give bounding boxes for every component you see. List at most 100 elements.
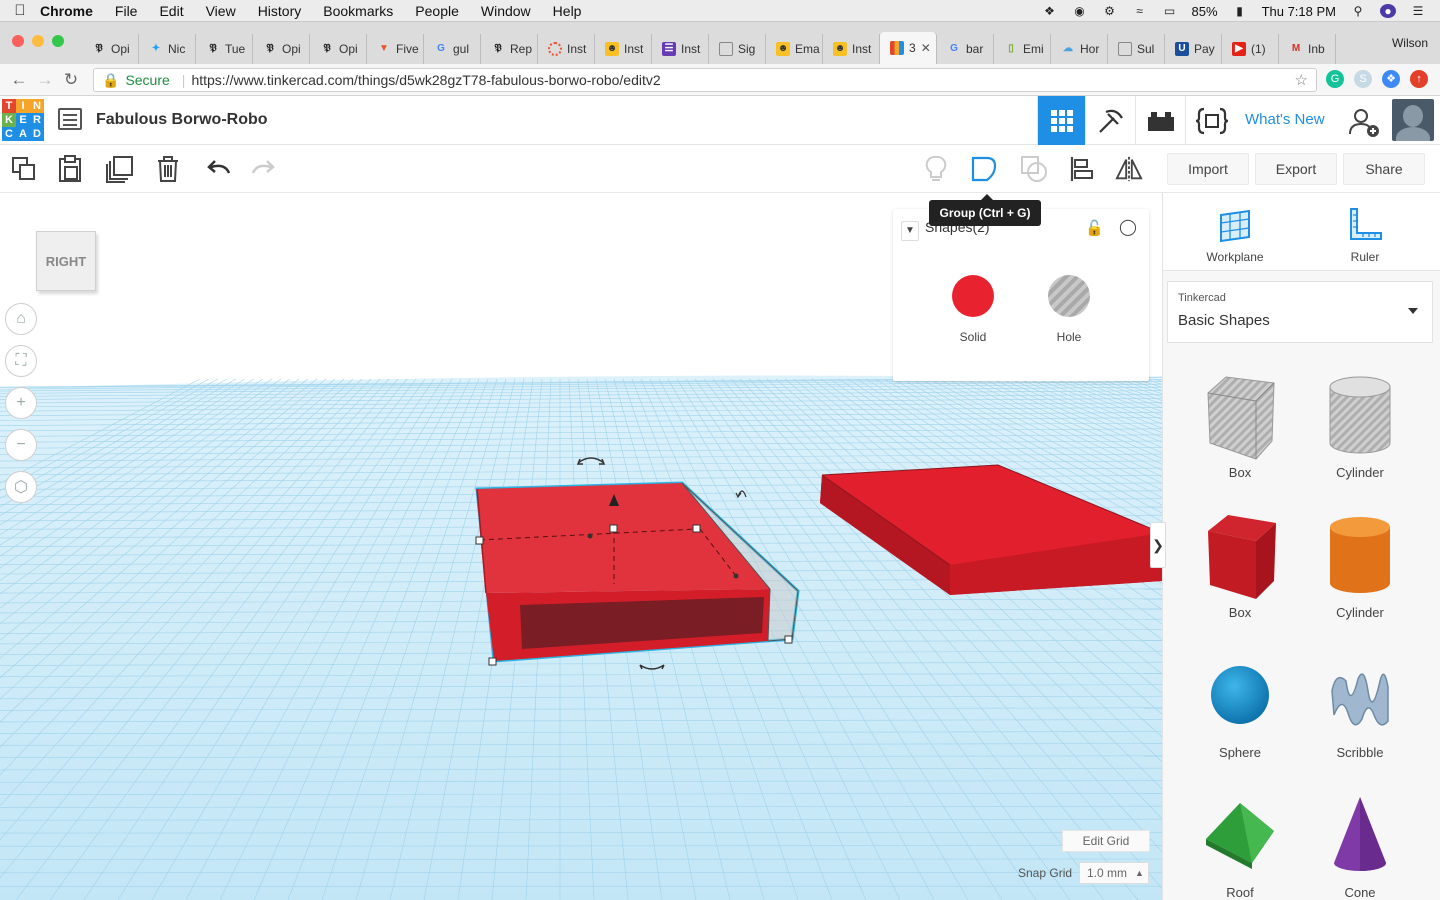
collapse-inspector-icon[interactable]: ▼ bbox=[901, 221, 919, 241]
tinkercad-logo[interactable]: T I N K E R C A D bbox=[2, 99, 46, 141]
browser-tab[interactable]: Sul bbox=[1108, 34, 1165, 64]
show-all-button[interactable] bbox=[922, 155, 950, 183]
browser-tab[interactable]: Ggul bbox=[424, 34, 481, 64]
browser-tab[interactable]: 𝔓 Tue bbox=[196, 34, 253, 64]
upload-extension-icon[interactable]: ↑ bbox=[1410, 70, 1428, 88]
sync-icon[interactable]: ◉ bbox=[1072, 4, 1088, 18]
shape-cone[interactable]: Cone bbox=[1305, 791, 1415, 900]
skype-extension-icon[interactable]: S bbox=[1354, 70, 1372, 88]
codeblocks-view-button[interactable] bbox=[1185, 96, 1237, 145]
shape-cylinder-solid[interactable]: Cylinder bbox=[1305, 511, 1415, 641]
shape-cylinder-hole[interactable]: Cylinder bbox=[1305, 371, 1415, 501]
delete-button[interactable] bbox=[154, 155, 182, 183]
undo-button[interactable] bbox=[204, 155, 232, 183]
menu-file[interactable]: File bbox=[104, 3, 149, 19]
menubar-clock[interactable]: Thu 7:18 PM bbox=[1262, 4, 1336, 19]
browser-tab[interactable]: U Pay bbox=[1165, 34, 1222, 64]
fit-view-button[interactable]: ⛶ bbox=[5, 345, 37, 377]
reload-icon[interactable]: ↻ bbox=[58, 70, 84, 90]
shape-box-hole[interactable]: Box bbox=[1185, 371, 1295, 501]
shape-scribble[interactable]: Scribble bbox=[1305, 651, 1415, 781]
browser-tab[interactable]: 𝔓 Rep bbox=[481, 34, 538, 64]
browser-tab[interactable]: ☁ Hor bbox=[1051, 34, 1108, 64]
resize-handle[interactable] bbox=[488, 657, 497, 666]
menu-people[interactable]: People bbox=[404, 3, 470, 19]
ruler-tool[interactable]: Ruler bbox=[1315, 207, 1415, 264]
library-category-select[interactable]: Tinkercad Basic Shapes bbox=[1167, 281, 1433, 343]
browser-tab[interactable]: ▼ Five bbox=[367, 34, 424, 64]
paste-button[interactable] bbox=[56, 155, 84, 183]
import-button[interactable]: Import bbox=[1167, 153, 1249, 185]
spotlight-search-icon[interactable]: ⚲ bbox=[1350, 4, 1366, 18]
add-user-icon[interactable] bbox=[1348, 106, 1380, 138]
back-arrow-icon[interactable]: ← bbox=[6, 70, 32, 90]
browser-tab[interactable]: ▯ Emi bbox=[994, 34, 1051, 64]
menu-help[interactable]: Help bbox=[542, 3, 593, 19]
browser-tab[interactable]: M Inb bbox=[1279, 34, 1336, 64]
apple-icon[interactable]:  bbox=[0, 2, 40, 19]
redo-button[interactable] bbox=[250, 155, 278, 183]
resize-handle[interactable] bbox=[692, 524, 701, 533]
wifi-icon[interactable]: ≈ bbox=[1132, 4, 1148, 18]
3d-design-view-button[interactable] bbox=[1037, 96, 1085, 145]
lightbulb-icon[interactable]: ◯ bbox=[1119, 217, 1137, 237]
hole-swatch[interactable] bbox=[1048, 275, 1090, 317]
browser-tab[interactable]: ☻ Inst bbox=[595, 34, 652, 64]
airplay-icon[interactable]: ▭ bbox=[1162, 4, 1178, 18]
perspective-button[interactable]: ⬡ bbox=[5, 471, 37, 503]
menu-bookmarks[interactable]: Bookmarks bbox=[312, 3, 404, 19]
menu-edit[interactable]: Edit bbox=[148, 3, 194, 19]
share-button[interactable]: Share bbox=[1343, 153, 1425, 185]
collapse-library-button[interactable]: ❯ bbox=[1150, 522, 1166, 568]
bricks-view-button[interactable] bbox=[1135, 96, 1185, 145]
shape-roof[interactable]: Roof bbox=[1185, 791, 1295, 900]
menu-view[interactable]: View bbox=[195, 3, 247, 19]
align-button[interactable] bbox=[1068, 155, 1096, 183]
export-button[interactable]: Export bbox=[1255, 153, 1337, 185]
designs-list-icon[interactable] bbox=[58, 108, 82, 130]
shape-sphere[interactable]: Sphere bbox=[1185, 651, 1295, 781]
browser-tab-active[interactable]: 3 ✕ bbox=[880, 32, 937, 64]
dropbox-extension-icon[interactable]: ❖ bbox=[1382, 70, 1400, 88]
browser-tab[interactable]: ☻ Inst bbox=[823, 34, 880, 64]
snap-grid-select[interactable]: 1.0 mm ▲ bbox=[1079, 862, 1149, 884]
bookmark-star-icon[interactable]: ☆ bbox=[1295, 71, 1308, 89]
zoom-out-button[interactable]: − bbox=[5, 429, 37, 461]
browser-tab[interactable]: Sig bbox=[709, 34, 766, 64]
ungroup-button[interactable] bbox=[1020, 155, 1048, 183]
browser-tab[interactable]: ▶ (1) bbox=[1222, 34, 1279, 64]
browser-tab[interactable]: Gbar bbox=[937, 34, 994, 64]
battery-icon[interactable]: ▮ bbox=[1232, 4, 1248, 18]
shape-box-solid[interactable]: Box bbox=[1185, 511, 1295, 641]
workplane-tool[interactable]: Workplane bbox=[1185, 207, 1285, 264]
siri-icon[interactable]: ● bbox=[1380, 4, 1396, 18]
duplicate-button[interactable] bbox=[106, 155, 134, 183]
zoom-window-button[interactable] bbox=[52, 35, 64, 47]
minimize-window-button[interactable] bbox=[32, 35, 44, 47]
design-title[interactable]: Fabulous Borwo-Robo bbox=[96, 111, 268, 129]
browser-tab[interactable]: ✦ Nic bbox=[139, 34, 196, 64]
resize-handle[interactable] bbox=[475, 536, 484, 545]
browser-tab[interactable]: ☻ Ema bbox=[766, 34, 823, 64]
user-avatar[interactable] bbox=[1392, 99, 1434, 141]
browser-tab[interactable]: 𝔓 Opi bbox=[82, 34, 139, 64]
browser-tab[interactable]: Inst bbox=[538, 34, 595, 64]
zoom-in-button[interactable]: + bbox=[5, 387, 37, 419]
home-view-button[interactable]: ⌂ bbox=[5, 303, 37, 335]
close-window-button[interactable] bbox=[12, 35, 24, 47]
browser-tab[interactable]: 𝔓 Opi bbox=[310, 34, 367, 64]
address-bar[interactable]: 🔒 Secure | https://www.tinkercad.com/thi… bbox=[93, 68, 1317, 92]
resize-handle[interactable] bbox=[609, 524, 618, 533]
group-button[interactable] bbox=[970, 155, 998, 183]
blocks-view-button[interactable] bbox=[1085, 96, 1135, 145]
browser-tab[interactable]: 𝔓 Opi bbox=[253, 34, 310, 64]
view-cube-face[interactable]: RIGHT bbox=[36, 231, 96, 291]
gear-icon[interactable]: ⚙ bbox=[1102, 4, 1118, 18]
copy-button[interactable] bbox=[10, 155, 38, 183]
view-cube[interactable]: RIGHT bbox=[34, 223, 100, 293]
resize-handle[interactable] bbox=[784, 635, 793, 644]
grammarly-extension-icon[interactable]: G bbox=[1326, 70, 1344, 88]
notification-center-icon[interactable]: ☰ bbox=[1410, 4, 1426, 18]
forward-arrow-icon[interactable]: → bbox=[32, 70, 58, 90]
lock-icon[interactable]: 🔓 bbox=[1085, 219, 1104, 237]
